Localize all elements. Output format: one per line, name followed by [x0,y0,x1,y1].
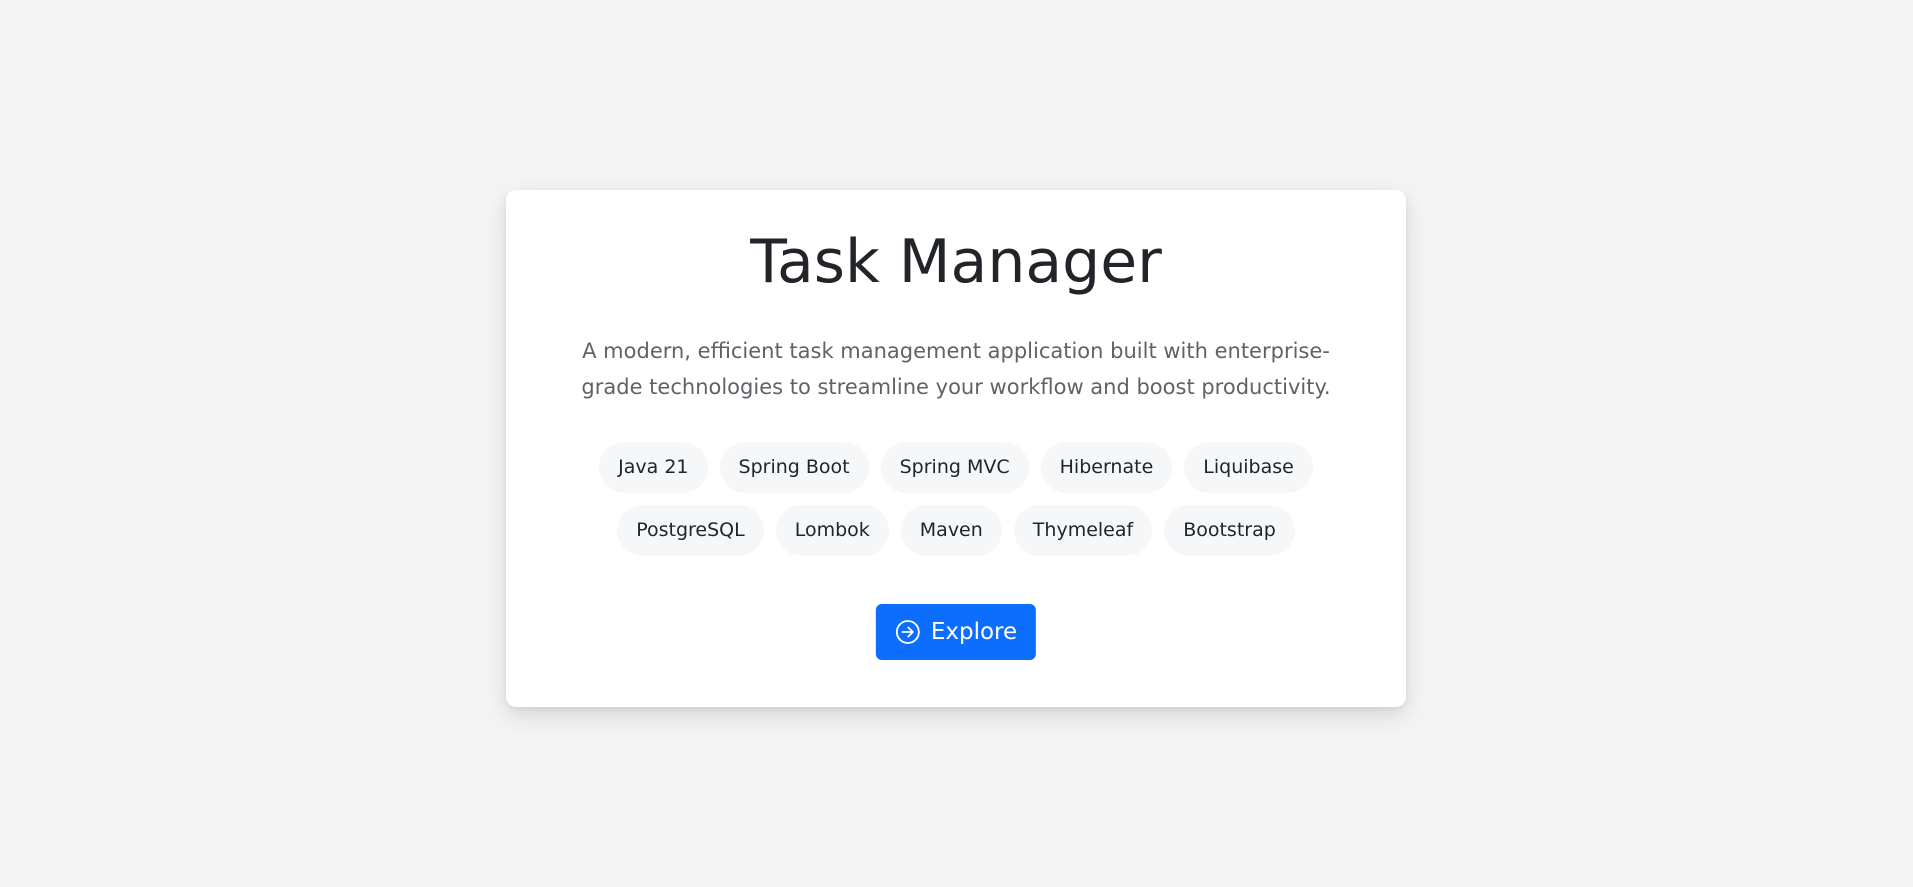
tag-spring-mvc: Spring MVC [880,442,1029,493]
tag-java: Java 21 [599,442,708,493]
app-description: A modern, efficient task management appl… [581,339,1331,399]
hero-card: Task Manager A modern, efficient task ma… [506,190,1406,707]
explore-button[interactable]: Explore [875,604,1037,660]
tag-hibernate: Hibernate [1040,442,1173,493]
explore-button-label: Explore [930,619,1018,645]
technology-tags: Java 21 Spring Boot Spring MVC Hibernate… [591,442,1321,556]
tag-liquibase: Liquibase [1184,442,1313,493]
tag-spring-boot: Spring Boot [719,442,869,493]
tag-bootstrap: Bootstrap [1164,505,1295,556]
tag-maven: Maven [900,505,1002,556]
tag-thymeleaf: Thymeleaf [1013,505,1153,556]
tag-postgresql: PostgreSQL [617,505,764,556]
tag-lombok: Lombok [775,505,889,556]
arrow-right-circle-icon [895,619,921,645]
app-title: Task Manager [750,227,1162,297]
